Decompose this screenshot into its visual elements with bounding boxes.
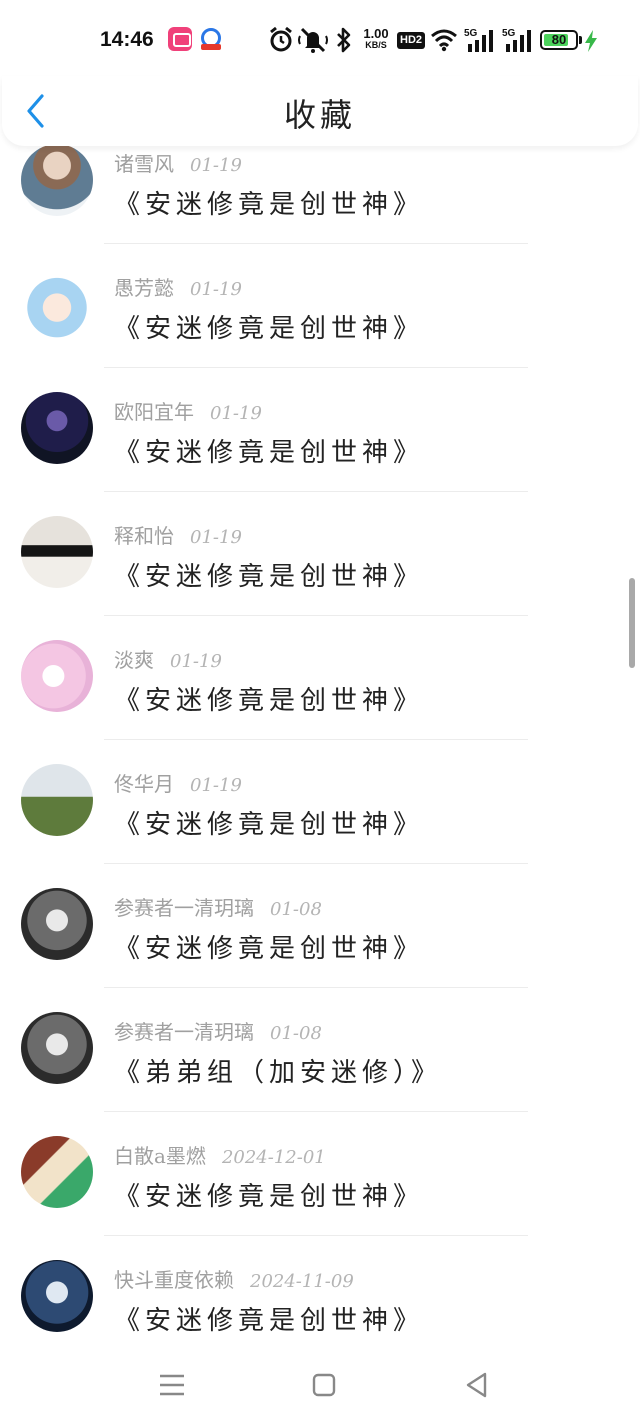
list-item[interactable]: 欧阳宜年 01-19 《安迷修竟是创世神》 — [0, 368, 640, 492]
bluetooth-icon — [337, 27, 351, 53]
post-date: 01-08 — [270, 899, 322, 920]
avatar — [21, 144, 93, 216]
list-item[interactable]: 淡爽 01-19 《安迷修竟是创世神》 — [0, 616, 640, 740]
post-date: 2024-11-09 — [250, 1271, 354, 1292]
author-name: 欧阳宜年 — [114, 400, 194, 424]
author-name: 佟华月 — [114, 772, 174, 796]
work-title[interactable]: 《安迷修竟是创世神》 — [114, 184, 424, 221]
avatar — [21, 392, 93, 464]
status-bar: 14:46 1.00 KB/S HD2 5G 5G 80 — [0, 0, 640, 80]
list-item[interactable]: 快斗重度依赖 2024-11-09 《安迷修竟是创世神》 — [0, 1236, 640, 1360]
battery-icon: 80 — [540, 30, 578, 50]
author-name: 诸雪风 — [114, 152, 174, 176]
battery-percent: 80 — [551, 32, 567, 47]
net-speed-unit: KB/S — [365, 40, 387, 50]
work-title[interactable]: 《安迷修竟是创世神》 — [114, 680, 424, 717]
net-speed-value: 1.00 — [363, 26, 389, 41]
post-date: 01-19 — [190, 527, 242, 548]
post-date: 01-19 — [190, 775, 242, 796]
work-title[interactable]: 《安迷修竟是创世神》 — [114, 556, 424, 593]
avatar — [21, 764, 93, 836]
signal-icon — [506, 30, 531, 52]
author-name: 释和怡 — [114, 524, 174, 548]
list-item[interactable]: 白散a墨燃 2024-12-01 《安迷修竟是创世神》 — [0, 1112, 640, 1236]
author-name: 愚芳懿 — [114, 276, 174, 300]
list-item[interactable]: 参赛者一清玥璃 01-08 《弟弟组（加安迷修）》 — [0, 988, 640, 1112]
menu-button[interactable] — [155, 1368, 189, 1402]
post-date: 2024-12-01 — [221, 1147, 326, 1168]
author-name: 淡爽 — [114, 648, 154, 672]
list-item[interactable]: 参赛者一清玥璃 01-08 《安迷修竟是创世神》 — [0, 864, 640, 988]
system-nav-bar — [0, 1348, 640, 1422]
work-title[interactable]: 《安迷修竟是创世神》 — [114, 432, 424, 469]
list-item[interactable]: 愚芳懿 01-19 《安迷修竟是创世神》 — [0, 244, 640, 368]
author-name: 白散a墨燃 — [114, 1144, 206, 1168]
post-date: 01-08 — [270, 1023, 322, 1044]
post-date: 01-19 — [190, 155, 242, 176]
home-icon — [312, 1373, 336, 1397]
work-title[interactable]: 《安迷修竟是创世神》 — [114, 1300, 424, 1337]
home-button[interactable] — [307, 1368, 341, 1402]
scrollbar-thumb[interactable] — [629, 578, 635, 668]
list-item[interactable]: 佟华月 01-19 《安迷修竟是创世神》 — [0, 740, 640, 864]
menu-icon — [160, 1374, 184, 1396]
hd-badge: HD2 — [397, 32, 426, 49]
bilibili-app-icon — [168, 27, 192, 51]
post-date: 01-19 — [190, 279, 242, 300]
avatar — [21, 640, 93, 712]
app-icon — [199, 27, 223, 51]
post-date: 01-19 — [170, 651, 222, 672]
back-triangle-icon — [466, 1372, 487, 1398]
avatar — [21, 888, 93, 960]
work-title[interactable]: 《安迷修竟是创世神》 — [114, 928, 424, 965]
work-title[interactable]: 《安迷修竟是创世神》 — [114, 308, 424, 345]
avatar — [21, 268, 93, 340]
app-header: 收藏 — [2, 76, 638, 146]
status-time: 14:46 — [100, 28, 154, 51]
post-date: 01-19 — [210, 403, 262, 424]
work-title[interactable]: 《弟弟组（加安迷修）》 — [114, 1052, 442, 1089]
author-name: 快斗重度依赖 — [114, 1268, 234, 1292]
work-title[interactable]: 《安迷修竟是创世神》 — [114, 804, 424, 841]
charging-icon — [585, 30, 597, 52]
author-name: 参赛者一清玥璃 — [114, 896, 254, 920]
avatar — [21, 1136, 93, 1208]
page-title: 收藏 — [283, 96, 356, 134]
back-nav-button[interactable] — [460, 1368, 494, 1402]
signal-icon — [468, 30, 493, 52]
avatar — [21, 1012, 93, 1084]
author-name: 参赛者一清玥璃 — [114, 1020, 254, 1044]
alarm-icon — [270, 26, 292, 52]
work-title[interactable]: 《安迷修竟是创世神》 — [114, 1176, 424, 1213]
avatar — [21, 1260, 93, 1332]
list-item[interactable]: 释和怡 01-19 《安迷修竟是创世神》 — [0, 492, 640, 616]
avatar — [21, 516, 93, 588]
wifi-icon — [431, 29, 457, 52]
mute-icon — [298, 27, 328, 53]
